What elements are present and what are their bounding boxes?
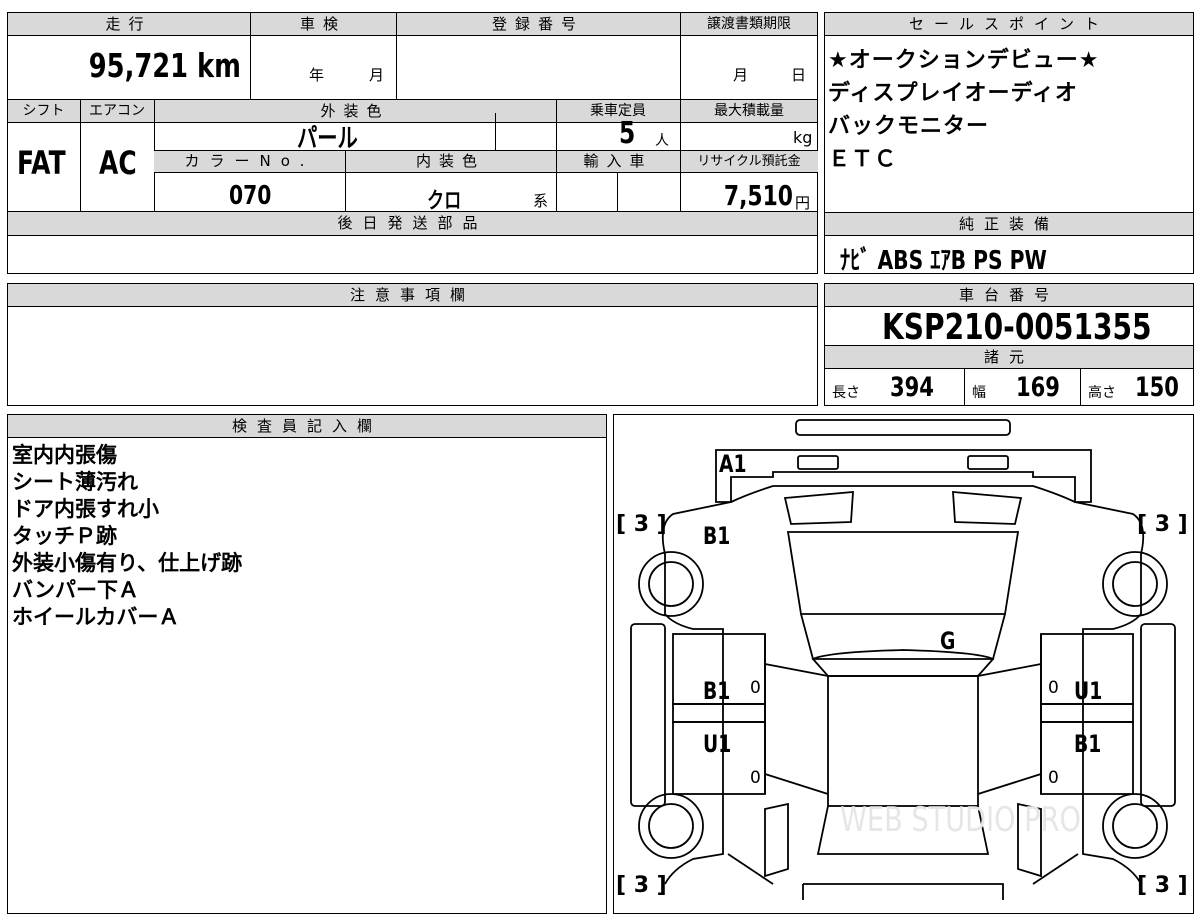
shift-value: FAT: [17, 144, 66, 182]
sales-point-line: バックモニター: [828, 114, 990, 139]
mark-front-bumper: A1: [719, 450, 747, 478]
width-label: 幅: [972, 385, 986, 401]
equipment-header: 純正装備: [824, 212, 1194, 236]
capacity-label: 乗車定員: [590, 103, 646, 119]
max-load-label: 最大積載量: [714, 103, 784, 119]
mark-zero: 0: [1048, 768, 1059, 788]
equipment-value: ﾅﾋﾞ ABS ｴｱB PS PW: [840, 246, 1047, 276]
ac-value: AC: [99, 144, 137, 182]
dims-header: 諸元: [824, 345, 1194, 369]
height-value: 150: [1135, 372, 1179, 403]
inspector-note-line: 外装小傷有り、仕上げ跡: [12, 551, 243, 575]
mark-roof-glass: G: [940, 627, 956, 655]
registration-label: 登録番号: [491, 15, 584, 33]
capacity-value: 5: [619, 116, 636, 151]
length-label: 長さ: [832, 385, 860, 401]
mark-right-rear-door: B1: [1074, 730, 1102, 758]
inspector-note-line: ホイールカバーＡ: [12, 605, 180, 629]
sales-point-line: ★オークションデビュー★: [828, 48, 1100, 73]
height-label: 高さ: [1088, 385, 1116, 401]
mark-right-front-door: U1: [1074, 677, 1103, 705]
sales-points-list: ★オークションデビュー★ ディスプレイオーディオ バックモニター ＥＴＣ: [828, 44, 1099, 176]
exterior-color-value: パール: [297, 124, 358, 154]
inspector-notes: 室内内張傷 シート薄汚れ ドア内張すれ小 タッチＰ跡 外装小傷有り、仕上げ跡 バ…: [12, 442, 242, 631]
sales-point-line: ディスプレイオーディオ: [828, 81, 1078, 106]
tire-mark-top-right: [ 3 ]: [1137, 512, 1188, 537]
mark-left-rear-door: U1: [703, 730, 732, 758]
mark-left-front-door: B1: [703, 677, 731, 705]
recycle-unit: 円: [795, 194, 811, 212]
inspector-note-line: シート薄汚れ: [12, 470, 138, 494]
inspector-note-line: 室内内張傷: [12, 443, 117, 467]
recycle-value: 7,510: [723, 179, 793, 212]
tire-mark-top-left: [ 3 ]: [616, 512, 667, 537]
mileage-label: 走行: [105, 15, 152, 33]
interior-color-suffix: 系: [533, 192, 549, 210]
inspector-note-line: ドア内張すれ小: [12, 497, 159, 521]
inspection-label: 車検: [299, 15, 346, 33]
notes-header: 注意事項欄: [7, 283, 818, 307]
mileage-value: 95,721 km: [88, 46, 241, 85]
mark-zero: 0: [750, 768, 761, 788]
mark-zero: 0: [1048, 678, 1059, 698]
inspector-header: 検査員記入欄: [7, 414, 607, 438]
recycle-label: リサイクル預託金: [697, 154, 801, 169]
tire-mark-bottom-left: [ 3 ]: [616, 873, 667, 898]
mark-hood: B1: [703, 522, 731, 550]
chassis-header: 車台番号: [824, 283, 1194, 307]
color-no-value: 070: [229, 181, 272, 211]
later-parts-label: 後日発送部品: [7, 212, 818, 236]
inspection-year-unit: 年: [309, 66, 325, 84]
interior-color-label: 内装色: [415, 152, 485, 170]
sales-points-header: セールスポイント: [824, 12, 1194, 36]
transfer-day-unit: 日: [791, 66, 807, 84]
ac-label: エアコン: [89, 103, 145, 119]
interior-color-value: クロ: [427, 189, 462, 214]
capacity-unit: 人: [655, 133, 669, 149]
max-load-unit: kg: [793, 128, 813, 147]
spec-table: 走行 車検 登録番号 譲渡書類期限 95,721 km 年 月 月 日 シフト …: [7, 12, 818, 274]
inspector-note-line: バンパー下Ａ: [12, 578, 140, 602]
mark-zero: 0: [750, 678, 761, 698]
watermark: WEB STUDIO PRO: [840, 800, 1081, 840]
length-value: 394: [890, 372, 934, 403]
transfer-month-unit: 月: [733, 66, 749, 84]
inspection-month-unit: 月: [369, 66, 385, 84]
width-value: 169: [1016, 372, 1060, 403]
import-label: 輸入車: [583, 152, 653, 170]
sales-point-line: ＥＴＣ: [828, 147, 898, 172]
shift-label: シフト: [22, 103, 65, 119]
tire-mark-bottom-right: [ 3 ]: [1137, 873, 1188, 898]
chassis-number: KSP210-0051355: [882, 307, 1152, 348]
transfer-deadline-label: 譲渡書類期限: [707, 16, 791, 32]
inspector-note-line: タッチＰ跡: [12, 524, 117, 548]
